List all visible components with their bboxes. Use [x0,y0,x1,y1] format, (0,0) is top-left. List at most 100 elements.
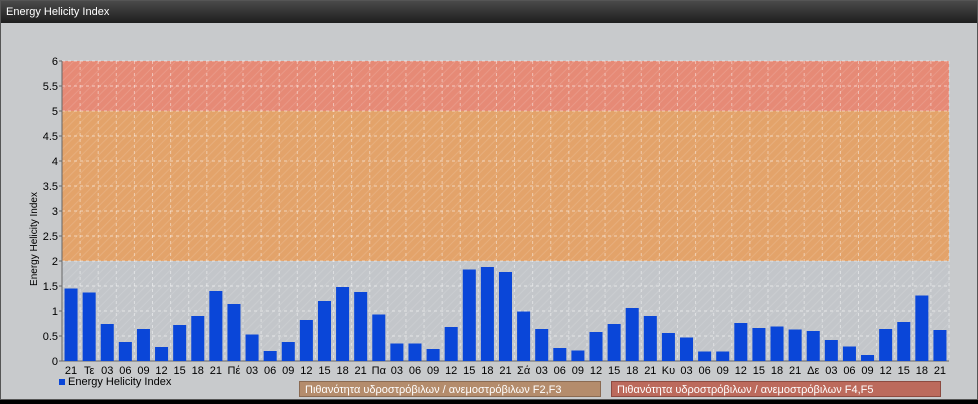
legend-zone-high: Πιθανότητα υδροστρόβιλων / ανεμοστρόβιλω… [611,381,941,397]
bar [698,351,712,361]
y-tick-label: 0 [52,356,58,368]
bar [136,329,150,361]
x-tick-label: 18 [916,365,928,377]
legend-zone-mid-label: Πιθανότητα υδροστρόβιλων / ανεμοστρόβιλω… [305,384,562,396]
x-tick-label: 09 [861,365,873,377]
x-tick-label: 03 [825,365,837,377]
x-tick-label: 18 [626,365,638,377]
bar [173,325,187,361]
x-tick-label: 21 [210,365,222,377]
bar [734,323,748,361]
legend-series: Energy Helicity Index [59,376,171,388]
bar [209,291,223,361]
bar [806,331,820,361]
x-tick-label: 15 [174,365,186,377]
bar [915,295,929,361]
y-tick-label: 4.5 [43,131,58,143]
bar [861,355,875,361]
bar [426,349,440,361]
bar [643,316,657,361]
y-tick-label: 0.5 [43,331,58,343]
y-axis-label: Energy Helicity Index [29,192,40,286]
bar [535,329,549,361]
x-tick-label: 03 [536,365,548,377]
y-tick-label: 4 [52,156,58,168]
x-tick-label: 21 [355,365,367,377]
bar [245,334,259,361]
x-tick-label: 09 [717,365,729,377]
y-tick-label: 2.5 [43,231,58,243]
bar [281,342,295,361]
bar [317,301,331,361]
bar [517,311,531,361]
y-tick-label: 5 [52,106,58,118]
bar [372,314,386,361]
bar [607,324,621,361]
bar [263,351,277,361]
x-tick-label: 12 [735,365,747,377]
bar [408,343,422,361]
window-title: Energy Helicity Index [1,1,977,23]
bar [498,272,513,361]
legend-zone-high-label: Πιθανότητα υδροστρόβιλων / ανεμοστρόβιλω… [617,384,874,396]
bar [933,330,947,361]
x-tick-label: 21 [789,365,801,377]
bar [227,304,241,361]
y-tick-label: 3.5 [43,181,58,193]
x-tick-label: 03 [246,365,258,377]
x-tick-label: 21 [934,365,946,377]
bar [444,327,458,361]
x-tick-label: 21 [499,365,511,377]
bar [661,333,675,361]
bar [625,308,639,361]
x-tick-label: 09 [427,365,439,377]
bar [879,329,893,361]
x-tick-label: 12 [590,365,602,377]
x-tick-label: 06 [264,365,276,377]
bar [788,329,802,361]
x-tick-label: 06 [409,365,421,377]
y-tick-label: 2 [52,256,58,268]
x-tick-label: 18 [481,365,493,377]
x-tick-label: Δε [807,365,819,377]
bar [589,332,603,361]
bar [191,316,205,361]
x-tick-label: 15 [463,365,475,377]
x-tick-label: 15 [753,365,765,377]
x-tick-label: 09 [282,365,294,377]
bar [752,328,766,361]
x-tick-label: 09 [572,365,584,377]
ehi-chart: 00.511.522.533.544.555.56 21 Τε 03 06 09 12 15… [29,56,950,377]
bar [155,347,169,361]
bar [770,326,784,361]
y-tick-label: 5.5 [43,81,58,93]
x-tick-label: 12 [300,365,312,377]
y-tick-label: 1 [52,306,58,318]
x-tick-label: 03 [391,365,403,377]
bar [842,346,856,361]
x-tick-label: Πέ [228,365,241,377]
y-tick-label: 6 [52,56,58,68]
x-tick-label: 15 [898,365,910,377]
bar [571,350,585,361]
bar [354,292,368,361]
bar [100,324,114,361]
bar [390,343,404,361]
x-tick-label: 12 [445,365,457,377]
legend-zone-mid: Πιθανότητα υδροστρόβιλων / ανεμοστρόβιλω… [299,381,601,397]
bar [553,348,567,361]
y-tick-label: 1.5 [43,281,58,293]
bar [480,267,494,361]
x-tick-label: 12 [880,365,892,377]
bar [824,340,838,361]
bar [118,342,132,361]
bar [462,269,476,361]
bar [82,292,96,361]
bar [897,322,911,361]
x-tick-label: 18 [771,365,783,377]
bar [299,320,313,361]
x-tick-label: 06 [843,365,855,377]
chart-window: Energy Helicity Index 0 0.5 1 1.5 2 2.5 3 3.5 4 4… [0,0,978,400]
x-tick-label: Πα [372,365,387,377]
bar [680,337,694,361]
